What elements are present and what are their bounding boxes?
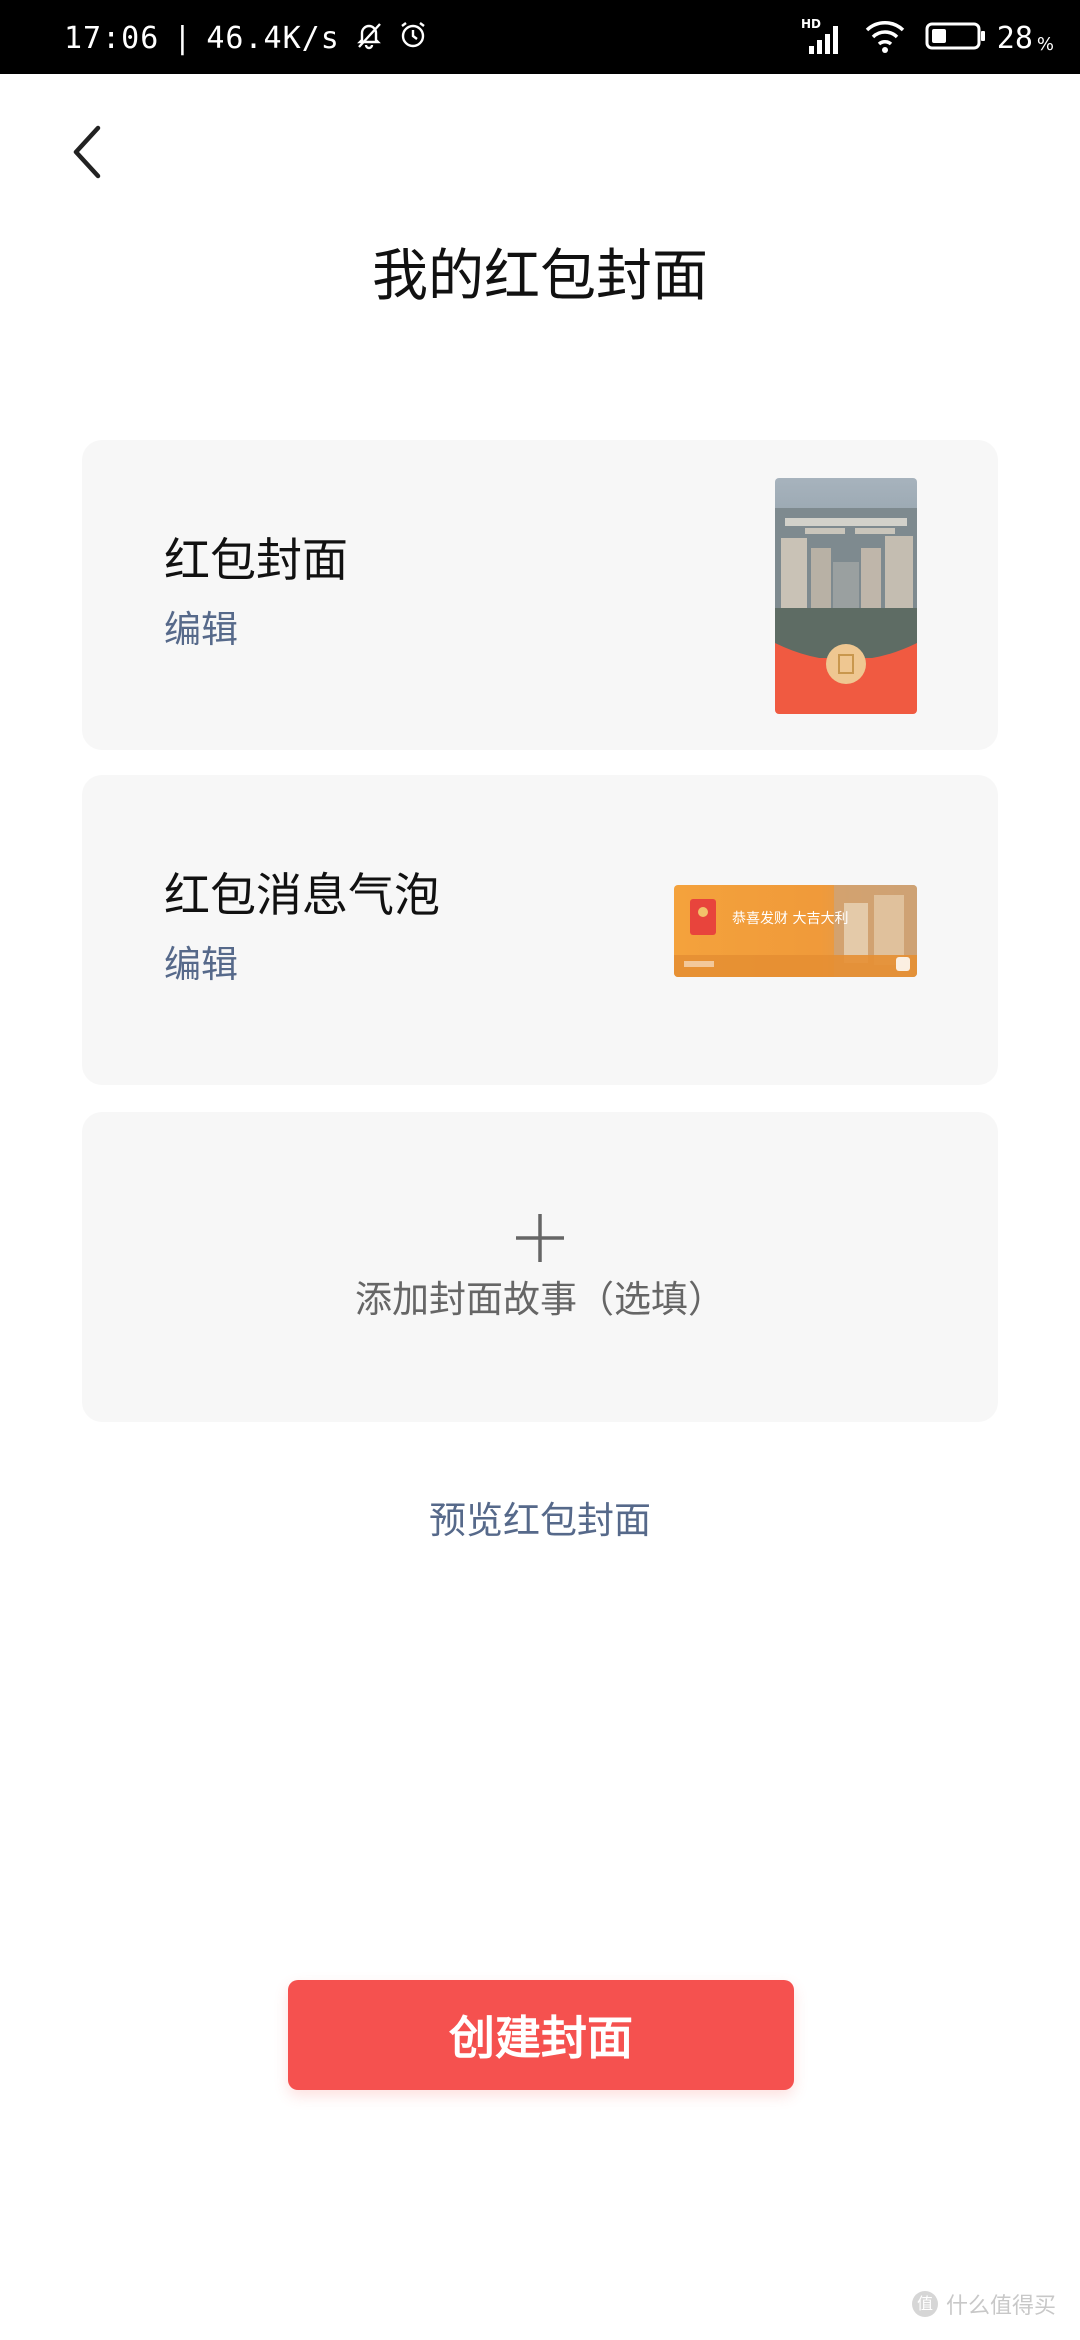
watermark: 值 什么值得买 [911,2288,1056,2320]
plus-icon [514,1212,566,1264]
chevron-left-icon [73,125,101,179]
status-time: 17:06 [64,21,160,56]
bubble-text: 恭喜发财 大吉大利 [732,911,848,927]
page-title: 我的红包封面 [372,244,708,309]
preview-cover-link[interactable]: 预览红包封面 [0,1498,1080,1544]
battery-icon [925,21,987,55]
bubble-card-title: 红包消息气泡 [164,868,440,922]
battery-unit: % [1036,33,1054,55]
bubble-edit-link[interactable]: 编辑 [164,942,238,988]
bell-muted-icon [354,20,384,58]
add-story-label: 添加封面故事（选填） [355,1278,725,1321]
watermark-logo-icon: 值 [911,2291,938,2317]
wifi-icon [863,18,907,58]
network-type-label: HD [801,17,821,31]
network-speed: 46.4K/s [206,21,340,56]
status-bar: 17:06 | 46.4K/s HD 28 % [0,0,1080,74]
status-separator: | [173,21,193,56]
battery-level: 28 [996,20,1033,56]
cover-card[interactable]: 红包封面 编辑 [82,440,998,750]
back-button[interactable] [64,122,112,182]
watermark-text: 什么值得买 [945,2294,1056,2319]
create-cover-button[interactable]: 创建封面 [288,1980,794,2090]
add-story-card[interactable]: 添加封面故事（选填） [82,1112,998,1422]
status-bar-left: 17:06 | 46.4K/s [64,20,428,58]
cover-card-title: 红包封面 [164,533,348,587]
bubble-thumbnail[interactable]: 恭喜发财 大吉大利 [674,885,917,977]
alarm-icon [398,20,428,58]
cover-thumbnail[interactable] [775,478,917,714]
bubble-card[interactable]: 红包消息气泡 编辑 恭喜发财 大吉大利 [82,775,998,1085]
cover-edit-link[interactable]: 编辑 [164,607,238,653]
signal-icon: HD [801,16,845,60]
status-bar-right: HD 28 % [783,16,1054,60]
